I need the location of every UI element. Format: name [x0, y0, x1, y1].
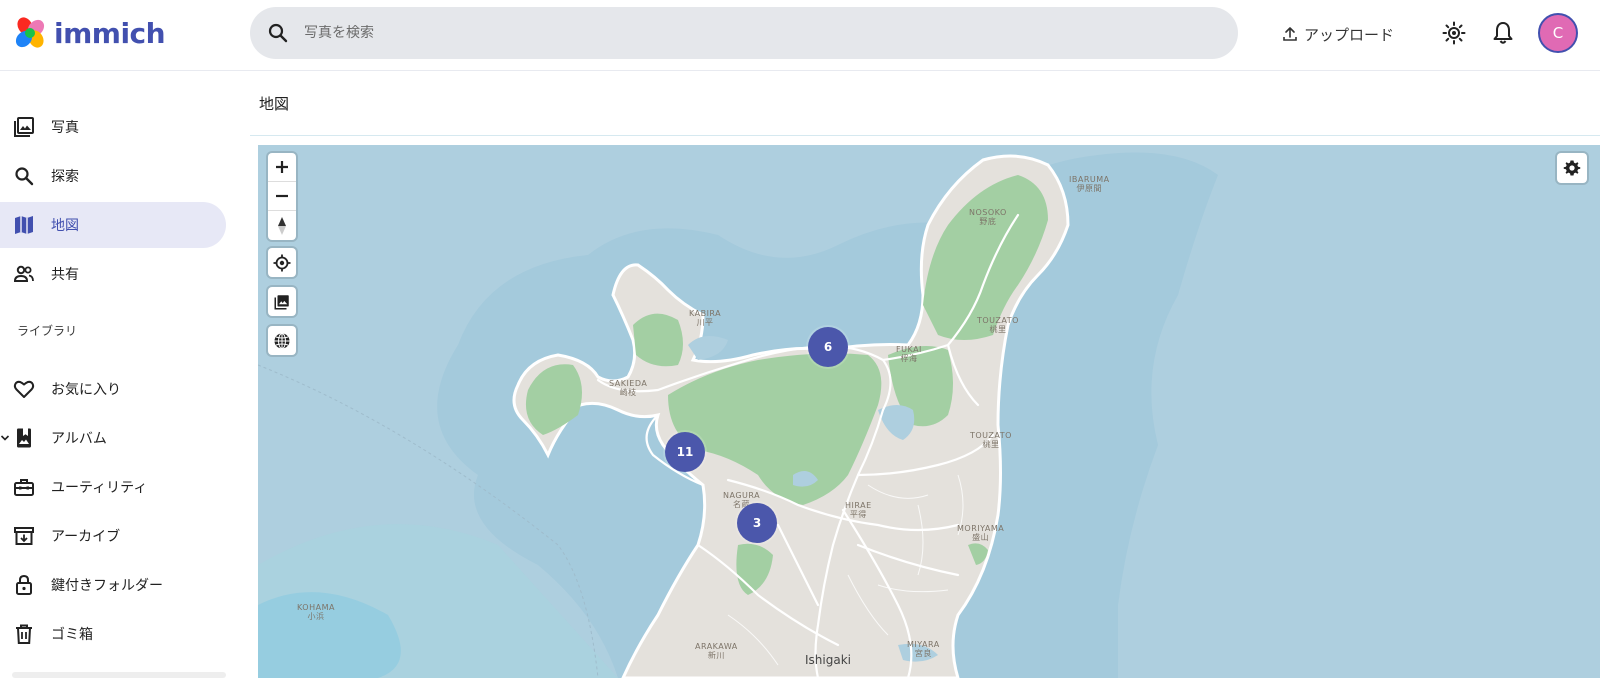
- place-label-miyara: MIYARA 宮良: [907, 640, 940, 658]
- place-label-kohama: KOHAMA 小浜: [297, 603, 335, 621]
- map-settings-button[interactable]: [1557, 153, 1587, 183]
- sidebar-item-label: 探索: [51, 169, 79, 185]
- plus-icon: [276, 161, 288, 173]
- sidebar-item-label: ユーティリティ: [51, 480, 148, 496]
- sidebar-item-albums[interactable]: アルバム: [0, 415, 226, 461]
- theme-toggle-icon[interactable]: [1441, 20, 1467, 46]
- lock-icon: [16, 574, 32, 595]
- sidebar-item-label: アーカイブ: [51, 529, 121, 545]
- immich-logo[interactable]: immich: [12, 14, 166, 52]
- upload-icon: [1283, 27, 1297, 41]
- globe-view-button[interactable]: [268, 326, 296, 355]
- photo-gallery-button[interactable]: [268, 287, 296, 316]
- photos-icon: [274, 294, 289, 309]
- map-view[interactable]: IBARUMA 伊原間 NOSOKO 野底 KABIRA 川平 TOUZATO 桃里 F…: [258, 145, 1600, 678]
- album-icon: [17, 428, 31, 448]
- globe-icon: [274, 332, 290, 349]
- search-input[interactable]: [304, 25, 1164, 41]
- sidebar-item-explore[interactable]: 探索: [0, 153, 226, 199]
- geolocate-control: [268, 248, 296, 277]
- search-bar[interactable]: [250, 7, 1238, 59]
- place-label-fukai: FUKAI 桴海: [896, 345, 922, 363]
- place-label-sakieda: SAKIEDA 崎枝: [609, 379, 648, 397]
- top-bar: immich アップロード C: [0, 0, 1600, 71]
- chevron-down-icon[interactable]: [0, 433, 10, 443]
- photo-cluster-marker[interactable]: 3: [737, 503, 777, 543]
- sidebar-item-photos[interactable]: 写真: [0, 104, 226, 150]
- place-label-kabira: KABIRA 川平: [689, 309, 722, 327]
- user-avatar[interactable]: C: [1538, 13, 1578, 53]
- search-icon: [268, 23, 288, 43]
- photo-cluster-marker[interactable]: 11: [665, 432, 705, 472]
- toolbox-icon: [14, 479, 34, 496]
- library-section-label: ライブラリ: [17, 324, 78, 338]
- place-label-touzato-south: TOUZATO 桃里: [970, 431, 1012, 449]
- people-icon: [13, 265, 34, 282]
- map-icon: [15, 216, 33, 234]
- crosshair-icon: [273, 254, 291, 271]
- heart-icon: [13, 380, 35, 398]
- gallery-control: [268, 287, 296, 316]
- sidebar-item-label: 写真: [51, 120, 79, 136]
- sidebar-item-label: 共有: [51, 267, 79, 283]
- compass-button[interactable]: [268, 211, 296, 240]
- sidebar-item-label: アルバム: [51, 431, 107, 447]
- sidebar-item-label: お気に入り: [51, 382, 121, 398]
- sidebar-item-map[interactable]: 地図: [0, 202, 226, 248]
- photo-cluster-marker[interactable]: 6: [808, 327, 848, 367]
- zoom-controls: [268, 153, 296, 240]
- map-base-layer: [258, 152, 1218, 678]
- sidebar-item-archive[interactable]: アーカイブ: [0, 513, 226, 559]
- page-title: 地図: [259, 95, 290, 113]
- app-name: immich: [54, 16, 166, 50]
- sidebar: 写真 探索 地図 共有 ライブラリ お気に入り アルバム ユーティリティ アーカ…: [0, 72, 240, 678]
- photos-icon: [14, 117, 34, 137]
- search-icon: [15, 167, 34, 186]
- sidebar-item-sharing[interactable]: 共有: [0, 251, 226, 297]
- place-label-touzato-north: TOUZATO 桃里: [977, 316, 1019, 334]
- place-label-hirae: HIRAE 平得: [845, 501, 872, 519]
- zoom-in-button[interactable]: [268, 153, 296, 182]
- gear-icon: [1563, 160, 1581, 176]
- title-divider: [250, 135, 1600, 136]
- place-label-nosoko: NOSOKO 野底: [969, 208, 1007, 226]
- place-label-arakawa: ARAKAWA 新川: [695, 642, 738, 660]
- upload-button[interactable]: アップロード: [1282, 18, 1394, 50]
- minus-icon: [276, 194, 288, 198]
- archive-icon: [14, 527, 34, 545]
- place-label-ibaruma: IBARUMA 伊原間: [1069, 175, 1110, 193]
- sidebar-item-label: 地図: [51, 218, 79, 234]
- trash-icon: [16, 624, 32, 644]
- sidebar-item-label: ゴミ箱: [51, 627, 93, 643]
- geolocate-button[interactable]: [268, 248, 296, 277]
- bell-icon[interactable]: [1490, 20, 1516, 46]
- sidebar-item-locked-folder[interactable]: 鍵付きフォルダー: [0, 562, 226, 608]
- sidebar-item-utilities[interactable]: ユーティリティ: [0, 464, 226, 510]
- sidebar-item-trash[interactable]: ゴミ箱: [0, 611, 226, 657]
- place-label-moriyama: MORIYAMA 盛山: [957, 524, 1005, 542]
- place-label-ishigaki: Ishigaki: [805, 653, 851, 667]
- compass-icon: [278, 216, 286, 235]
- pinwheel-logo-icon: [15, 17, 45, 48]
- sidebar-item-favorites[interactable]: お気に入り: [0, 366, 226, 412]
- sidebar-scroll-edge: [12, 672, 226, 678]
- zoom-out-button[interactable]: [268, 182, 296, 211]
- globe-control: [268, 326, 296, 355]
- upload-label: アップロード: [1304, 25, 1395, 44]
- sidebar-item-label: 鍵付きフォルダー: [51, 578, 163, 594]
